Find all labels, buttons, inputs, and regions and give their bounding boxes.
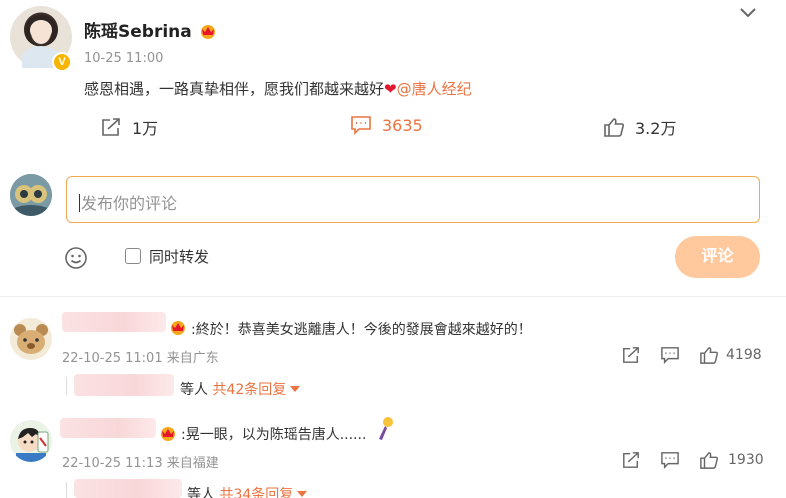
reply-summary[interactable]: 等人 共34条回复	[187, 484, 308, 498]
comment-text: :終於！恭喜美女逃離唐人！今後的發展會越來越好的！	[191, 322, 532, 338]
comment-meta: 22-10-25 11:01 来自广东	[62, 347, 219, 366]
repost-count: 1万	[132, 119, 159, 138]
comment-placeholder: 发布你的评论	[81, 194, 178, 213]
caret-down-icon	[297, 491, 308, 497]
text-caret	[79, 194, 80, 212]
like-button[interactable]: 3.2万	[603, 115, 676, 139]
comment-avatar[interactable]	[10, 318, 52, 360]
sync-repost-label[interactable]: 同时转发	[149, 246, 209, 267]
verified-badge-icon	[52, 52, 72, 72]
post-text: 感恩相遇，一路真挚相伴，愿我们都越来越好❤@唐人经纪	[84, 78, 472, 99]
owl-avatar-icon	[10, 174, 52, 216]
post-body: 感恩相遇，一路真挚相伴，愿我们都越来越好	[84, 80, 385, 98]
comment-count: 3635	[382, 115, 423, 135]
comment-text: :晃一眼，以为陈瑶告唐人......	[181, 427, 367, 443]
mention-link[interactable]: @唐人经纪	[397, 80, 472, 98]
sync-repost-checkbox[interactable]	[125, 248, 141, 264]
comment-time: 22-10-25 11:01	[62, 351, 163, 366]
author-name-row: 陈瑶Sebrina	[84, 17, 218, 42]
cheers-emoji-icon	[379, 417, 393, 440]
reply-count[interactable]: 共34条回复	[219, 487, 293, 498]
reply-indent-bar	[66, 377, 67, 395]
blurred-username[interactable]	[60, 418, 156, 438]
comment-icon[interactable]	[660, 346, 680, 364]
crown-icon	[161, 427, 175, 441]
bear-avatar-icon	[10, 318, 52, 360]
current-user-avatar[interactable]	[10, 174, 52, 216]
comment-time: 22-10-25 11:13	[62, 456, 163, 471]
reply-suffix: 等人	[187, 487, 215, 498]
blurred-reply-users	[74, 479, 182, 498]
reply-suffix: 等人	[180, 382, 208, 398]
divider	[0, 296, 786, 297]
cartoon-avatar-icon	[10, 420, 52, 462]
blurred-username[interactable]	[62, 312, 166, 332]
comment-input[interactable]: 发布你的评论	[66, 176, 760, 223]
reply-count[interactable]: 共42条回复	[212, 382, 286, 398]
repost-icon	[102, 118, 120, 136]
crown-icon	[200, 25, 215, 39]
reply-summary[interactable]: 等人 共42条回复	[180, 379, 301, 399]
comment-button[interactable]: 3635	[350, 115, 423, 135]
post-time[interactable]: 10-25 11:00	[84, 51, 163, 66]
repost-button[interactable]: 1万	[100, 115, 158, 139]
caret-down-icon	[290, 386, 301, 392]
avatar-face	[31, 20, 51, 44]
comment-location: 来自福建	[166, 456, 219, 471]
comment-avatar[interactable]	[10, 420, 52, 462]
comment-like-count: 1930	[728, 452, 764, 468]
repost-icon[interactable]	[621, 346, 641, 364]
thumbs-up-icon[interactable]	[699, 451, 719, 469]
author-name[interactable]: 陈瑶Sebrina	[84, 22, 192, 42]
comment-icon	[351, 116, 371, 135]
thumbs-up-icon[interactable]	[699, 346, 719, 364]
submit-comment-button[interactable]: 评论	[675, 236, 760, 278]
heart-icon: ❤	[384, 80, 397, 98]
comment-like-count: 4198	[726, 347, 762, 363]
repost-icon[interactable]	[621, 451, 641, 469]
crown-icon	[171, 321, 185, 335]
emoji-icon[interactable]	[64, 246, 88, 270]
comment-meta: 22-10-25 11:13 来自福建	[62, 452, 219, 471]
chevron-down-icon[interactable]	[738, 6, 758, 20]
like-count: 3.2万	[635, 119, 677, 138]
reply-indent-bar	[66, 482, 67, 498]
blurred-reply-users	[74, 374, 174, 396]
comment-location: 来自广东	[166, 351, 219, 366]
thumbs-up-icon	[604, 118, 624, 137]
comment-icon[interactable]	[660, 451, 680, 469]
